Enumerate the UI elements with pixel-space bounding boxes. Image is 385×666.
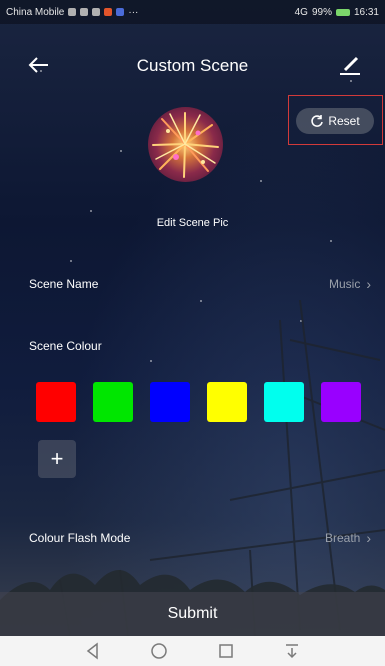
recents-square-icon[interactable]: [216, 641, 236, 661]
edit-pen-icon[interactable]: [337, 52, 363, 78]
battery-icon: [335, 8, 350, 16]
scene-name-label: Scene Name: [29, 277, 99, 291]
page-title: Custom Scene: [136, 56, 249, 75]
chevron-right-icon: ›: [366, 530, 371, 546]
battery-label: 99%: [311, 6, 332, 18]
network-label: 4G: [294, 6, 308, 18]
header-bar: Custom Scene: [0, 44, 385, 88]
arrow-left-icon[interactable]: [26, 52, 52, 78]
colour-swatch-blue[interactable]: [150, 382, 190, 422]
scene-colour-label: Scene Colour: [29, 339, 102, 353]
flash-mode-value-group: Breath ›: [325, 530, 371, 546]
scene-name-value-group: Music ›: [329, 276, 371, 292]
plus-icon: +: [50, 446, 64, 471]
colour-swatch-red[interactable]: [36, 382, 76, 422]
notification-pull-icon[interactable]: [282, 641, 302, 661]
chevron-right-icon: ›: [366, 276, 371, 292]
colour-swatch-yellow[interactable]: [207, 382, 247, 422]
star-decoration: [120, 150, 122, 152]
add-colour-button[interactable]: +: [38, 440, 76, 478]
fireworks-image: [152, 112, 219, 178]
star-decoration: [70, 260, 72, 262]
colour-swatch-green[interactable]: [93, 382, 133, 422]
search-icon: [92, 8, 101, 16]
submit-label: Submit: [167, 605, 218, 622]
more-notifications-icon: ···: [128, 6, 139, 18]
app-notification-icon: [116, 8, 125, 16]
clock-label: 16:31: [353, 6, 379, 18]
scene-picture[interactable]: [148, 107, 223, 182]
colour-swatch-list: [36, 382, 366, 422]
reset-label: Reset: [328, 114, 360, 128]
colour-swatch-purple[interactable]: [321, 382, 361, 422]
system-navigation-bar: [0, 636, 385, 666]
star-decoration: [260, 180, 262, 182]
star-decoration: [330, 240, 332, 242]
carrier-label: China Mobile: [6, 6, 65, 18]
refresh-icon: [311, 115, 324, 127]
star-decoration: [90, 210, 92, 212]
signal-icon: [68, 8, 77, 16]
screen-background: China Mobile ··· 4G 99% 16:31 Custom Sce…: [0, 0, 385, 636]
colour-flash-mode-value: Breath: [324, 531, 361, 545]
reset-button[interactable]: Reset: [296, 108, 374, 134]
app-notification-icon: [104, 8, 113, 16]
colour-flash-mode-label: Colour Flash Mode: [29, 531, 131, 545]
submit-button[interactable]: Submit: [0, 592, 385, 636]
back-triangle-icon[interactable]: [83, 641, 103, 661]
colour-swatch-cyan[interactable]: [264, 382, 304, 422]
signal-icon: [80, 8, 89, 16]
scene-name-row[interactable]: Scene Name Music ›: [0, 269, 385, 299]
scene-name-value: Music: [328, 277, 361, 291]
status-bar: China Mobile ··· 4G 99% 16:31: [0, 0, 385, 24]
home-circle-icon[interactable]: [149, 641, 169, 661]
colour-flash-mode-row[interactable]: Colour Flash Mode Breath ›: [0, 523, 385, 553]
edit-scene-pic-label[interactable]: Edit Scene Pic: [0, 217, 385, 229]
